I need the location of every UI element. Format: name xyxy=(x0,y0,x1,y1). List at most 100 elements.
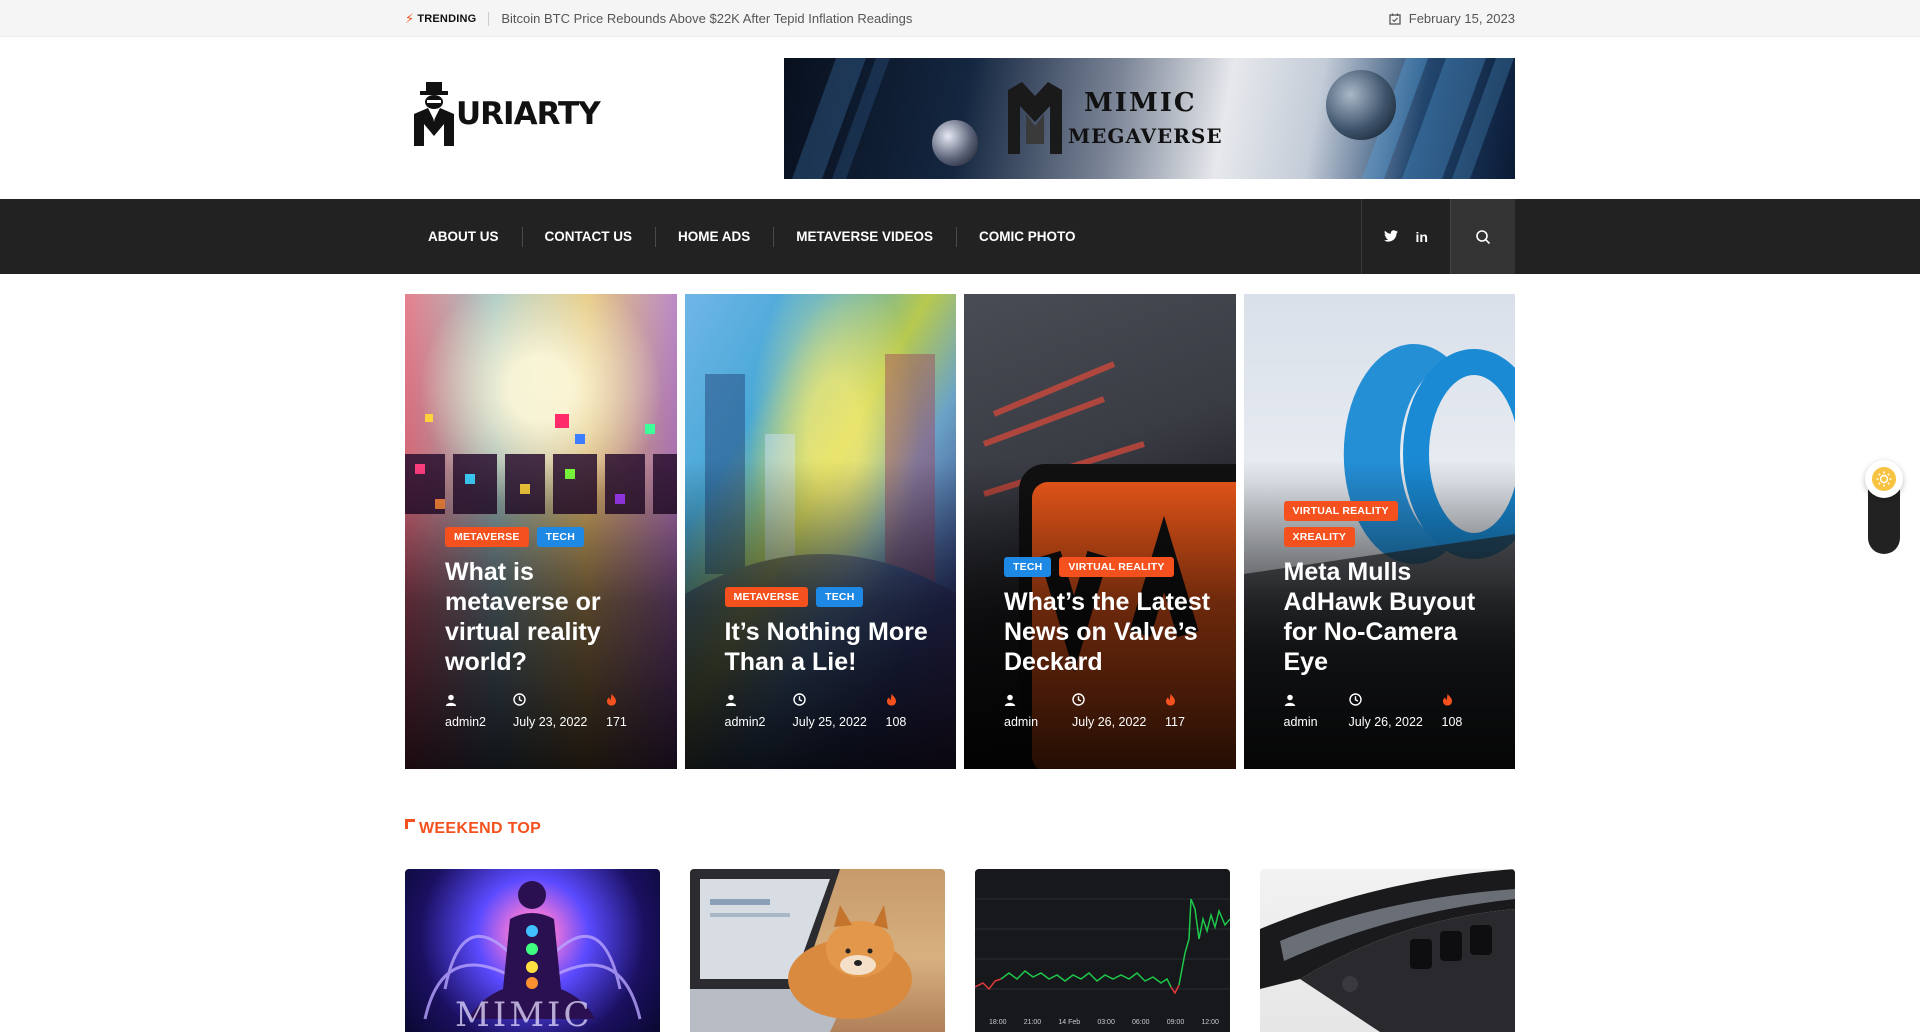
site-logo[interactable]: URIARTY xyxy=(412,78,622,150)
nav-item-about-us[interactable]: ABOUT US xyxy=(405,227,522,247)
fire-icon xyxy=(1165,691,1185,711)
current-date: February 15, 2023 xyxy=(1389,11,1515,26)
featured-card[interactable]: METAVERSE TECH It’s Nothing More Than a … xyxy=(684,294,956,769)
weekend-card[interactable] xyxy=(1260,869,1515,1032)
date-text: February 15, 2023 xyxy=(1408,11,1515,26)
sun-icon xyxy=(1872,467,1896,491)
logo-text: URIARTY xyxy=(456,96,601,132)
megaverse-logo-icon xyxy=(1008,82,1062,154)
calendar-icon xyxy=(1389,13,1401,25)
theme-toggle-knob[interactable] xyxy=(1865,460,1903,498)
post-date: July 25, 2022 xyxy=(792,715,867,729)
nav-item-contact-us[interactable]: CONTACT US xyxy=(521,226,656,247)
social-links: in xyxy=(1360,199,1450,274)
post-author[interactable]: admin2 xyxy=(445,715,486,729)
featured-card-content: METAVERSE TECH It’s Nothing More Than a … xyxy=(724,587,935,733)
post-views: 171 xyxy=(606,715,627,729)
chart-tick-label: 18:00 xyxy=(989,1019,1007,1026)
clock-icon xyxy=(1348,691,1442,711)
tag-xreality[interactable]: XREALITY xyxy=(1283,527,1356,547)
chart-tick-label: 03:00 xyxy=(1097,1019,1115,1026)
tag-tech[interactable]: TECH xyxy=(536,527,584,547)
user-icon xyxy=(725,691,793,711)
search-icon xyxy=(1476,229,1491,244)
banner-subtitle: MEGAVERSE xyxy=(1068,124,1223,148)
featured-title[interactable]: It’s Nothing More Than a Lie! xyxy=(725,617,935,677)
post-author[interactable]: admin2 xyxy=(725,715,766,729)
price-chart-image xyxy=(975,898,1230,995)
corner-accent-icon xyxy=(405,819,415,829)
post-author[interactable]: admin xyxy=(1284,715,1318,729)
featured-card-content: METAVERSE TECH What is metaverse or virt… xyxy=(445,527,655,733)
chart-tick-label: 09:00 xyxy=(1166,1019,1185,1026)
post-meta: admin July 26, 2022 108 xyxy=(1284,691,1494,733)
linkedin-icon[interactable]: in xyxy=(1416,229,1428,245)
spy-logo-icon xyxy=(414,82,454,146)
user-icon xyxy=(445,691,513,711)
featured-card[interactable]: TECH VIRTUAL REALITY What’s the Latest N… xyxy=(964,294,1236,769)
post-date: July 23, 2022 xyxy=(513,715,588,729)
chart-tick-label: 14 Feb xyxy=(1058,1019,1081,1026)
tag-tech[interactable]: TECH xyxy=(816,587,864,607)
planet-left xyxy=(932,120,978,166)
user-icon xyxy=(1004,691,1072,711)
user-icon xyxy=(1284,691,1349,711)
search-button[interactable] xyxy=(1450,199,1515,274)
bolt-icon: ⚡ xyxy=(405,10,415,26)
chart-tick-label: 12:00 xyxy=(1201,1019,1219,1026)
weekend-card[interactable]: 18:00 21:00 14 Feb 03:00 06:00 09:00 12:… xyxy=(975,869,1230,1032)
fire-icon xyxy=(886,691,907,711)
main-nav: ABOUT US CONTACT US HOME ADS METAVERSE V… xyxy=(0,199,1920,274)
tag-tech[interactable]: TECH xyxy=(1004,557,1052,577)
twitter-icon[interactable] xyxy=(1383,229,1398,245)
featured-title[interactable]: What’s the Latest News on Valve’s Deckar… xyxy=(1004,587,1214,677)
tag-metaverse[interactable]: METAVERSE xyxy=(445,527,529,547)
post-date: July 26, 2022 xyxy=(1072,715,1147,729)
nav-item-home-ads[interactable]: HOME ADS xyxy=(655,226,773,247)
fire-icon xyxy=(1442,691,1463,711)
trending-headline-link[interactable]: Bitcoin BTC Price Rebounds Above $22K Af… xyxy=(501,11,912,26)
featured-title[interactable]: What is metaverse or virtual reality wor… xyxy=(445,557,655,677)
clock-icon xyxy=(792,691,886,711)
featured-posts: METAVERSE TECH What is metaverse or virt… xyxy=(405,294,1515,769)
post-author[interactable]: admin xyxy=(1004,715,1038,729)
chart-x-axis: 18:00 21:00 14 Feb 03:00 06:00 09:00 12:… xyxy=(989,1019,1219,1026)
post-meta: admin2 July 25, 2022 108 xyxy=(725,691,935,733)
post-views: 108 xyxy=(1441,715,1463,729)
post-date: July 26, 2022 xyxy=(1348,715,1423,729)
trending-label: ⚡ TRENDING xyxy=(405,11,476,27)
clock-icon xyxy=(513,691,606,711)
tag-virtual-reality[interactable]: VIRTUAL REALITY xyxy=(1059,557,1174,577)
post-meta: admin July 26, 2022 117 xyxy=(1004,691,1214,733)
trending-label-text: TRENDING xyxy=(417,12,477,25)
weekend-card[interactable]: MIMIC xyxy=(405,869,660,1032)
post-views: 117 xyxy=(1165,715,1185,729)
tag-list: VIRTUAL REALITY XREALITY xyxy=(1283,501,1494,547)
tag-virtual-reality[interactable]: VIRTUAL REALITY xyxy=(1283,501,1398,521)
tag-list: METAVERSE TECH xyxy=(445,527,655,547)
banner-title: MIMIC xyxy=(1084,88,1197,118)
featured-card[interactable]: VIRTUAL REALITY XREALITY Meta Mulls AdHa… xyxy=(1243,294,1515,769)
featured-card-content: TECH VIRTUAL REALITY What’s the Latest N… xyxy=(1004,557,1214,733)
theme-toggle[interactable] xyxy=(1865,460,1903,554)
featured-title[interactable]: Meta Mulls AdHawk Buyout for No-Camera E… xyxy=(1284,557,1494,677)
chart-tick-label: 06:00 xyxy=(1132,1019,1150,1026)
section-heading-weekend-top: WEEKEND TOP xyxy=(405,819,541,838)
image-caption: MIMIC xyxy=(455,995,593,1032)
post-meta: admin2 July 23, 2022 171 xyxy=(445,691,655,733)
tag-metaverse[interactable]: METAVERSE xyxy=(724,587,809,607)
weekend-top-posts: MIMIC 18:00 21:00 14 Feb 03:00 06:00 09:… xyxy=(405,869,1515,1032)
planet-right xyxy=(1326,70,1396,140)
top-bar: ⚡ TRENDING Bitcoin BTC Price Rebounds Ab… xyxy=(0,0,1920,37)
featured-card[interactable]: METAVERSE TECH What is metaverse or virt… xyxy=(405,294,677,769)
fire-icon xyxy=(606,691,627,711)
tag-list: TECH VIRTUAL REALITY xyxy=(1004,557,1214,577)
tag-list: METAVERSE TECH xyxy=(724,587,935,607)
banner-ad[interactable]: MIMIC MEGAVERSE xyxy=(784,58,1515,179)
post-views: 108 xyxy=(885,715,907,729)
clock-icon xyxy=(1072,691,1165,711)
nav-item-comic-photo[interactable]: COMIC PHOTO xyxy=(956,226,1099,247)
nav-item-metaverse-videos[interactable]: METAVERSE VIDEOS xyxy=(773,226,956,247)
shiba-laptop-art xyxy=(690,869,912,1032)
weekend-card[interactable] xyxy=(690,869,945,1032)
